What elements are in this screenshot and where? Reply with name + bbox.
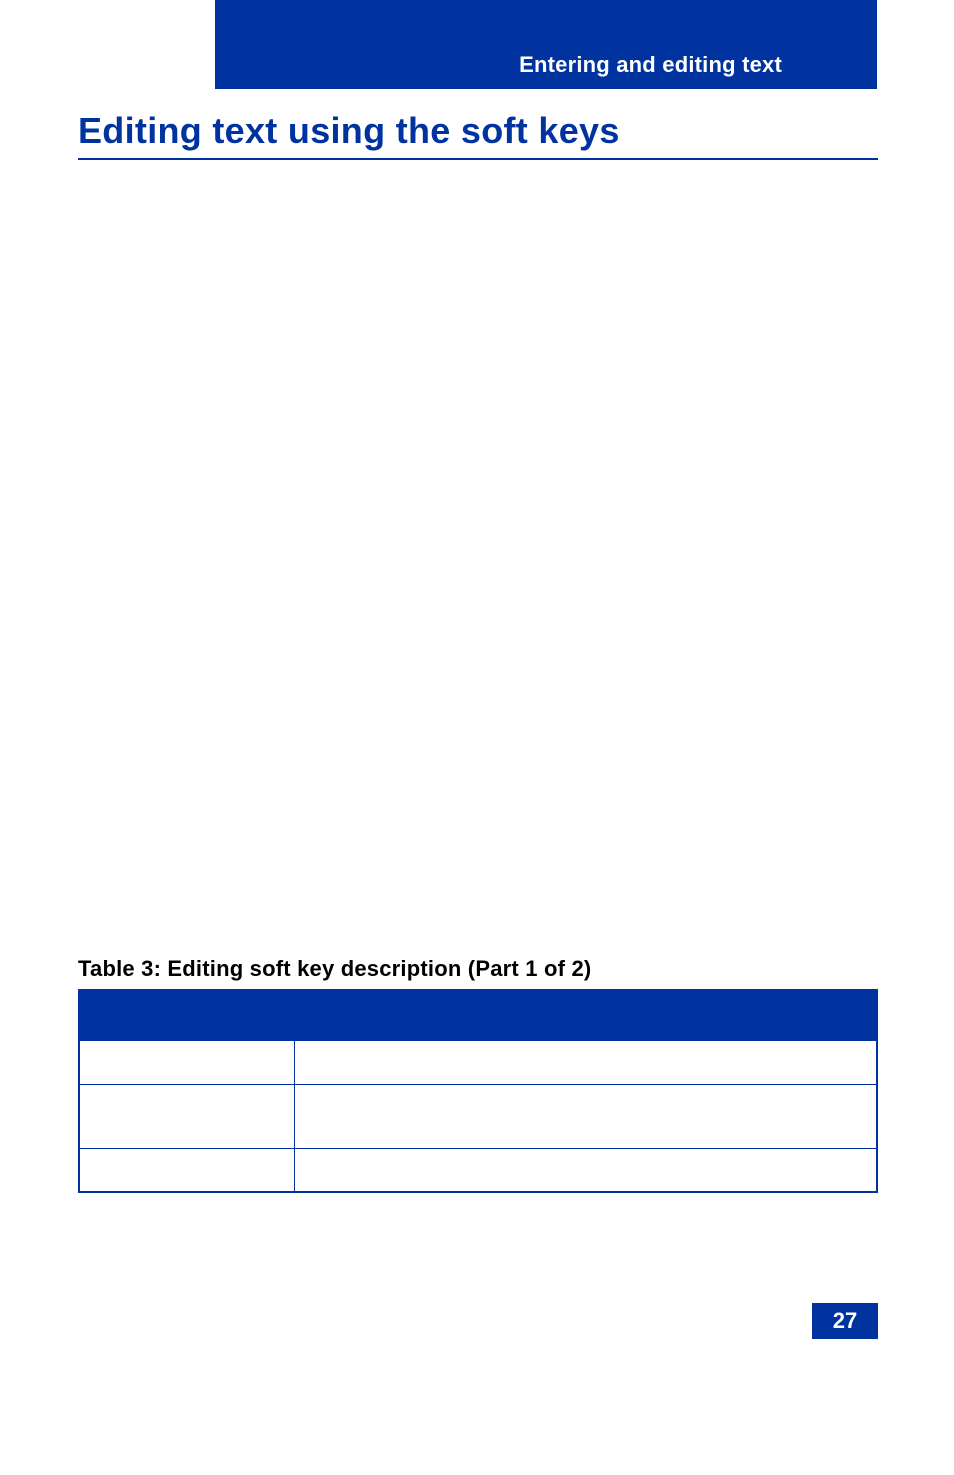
- section-heading: Editing text using the soft keys: [78, 110, 878, 160]
- table-row: [79, 1148, 877, 1192]
- header-bar: Entering and editing text: [215, 0, 877, 89]
- editing-softkey-table: [78, 989, 878, 1193]
- table-cell: [79, 1084, 294, 1148]
- breadcrumb: Entering and editing text: [519, 52, 782, 78]
- table-caption: Table 3: Editing soft key description (P…: [78, 956, 591, 982]
- table-row: [79, 1040, 877, 1084]
- table-cell: [294, 1084, 877, 1148]
- table-cell: [79, 1148, 294, 1192]
- table-cell: [294, 1148, 877, 1192]
- table-header-cell: [79, 990, 294, 1040]
- table-header-row: [79, 990, 877, 1040]
- page-number: 27: [812, 1303, 878, 1339]
- table-cell: [79, 1040, 294, 1084]
- table-header-cell: [294, 990, 877, 1040]
- document-page: Entering and editing text Editing text u…: [0, 0, 954, 1475]
- table-cell: [294, 1040, 877, 1084]
- table-row: [79, 1084, 877, 1148]
